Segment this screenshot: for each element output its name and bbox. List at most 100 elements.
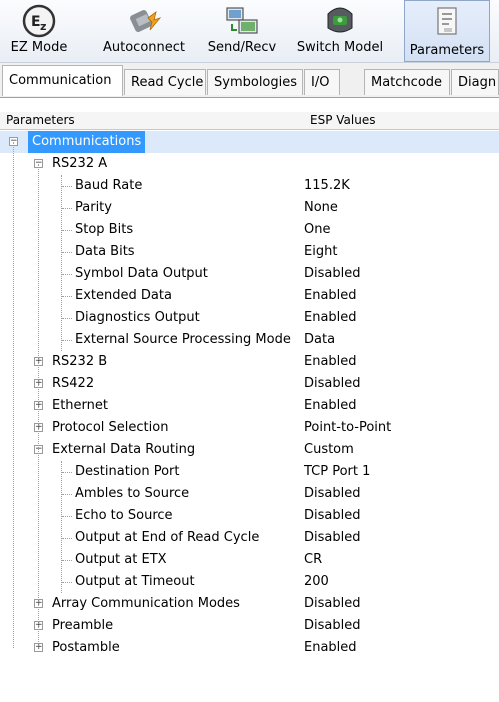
parameter-label: RS422 bbox=[52, 376, 95, 391]
tree-row-selected[interactable]: − Communications bbox=[0, 131, 499, 153]
parameter-label: Preamble bbox=[52, 618, 114, 633]
parameter-label: Symbol Data Output bbox=[75, 266, 208, 281]
parameters-button[interactable]: Parameters bbox=[404, 0, 490, 62]
parameter-value[interactable]: Disabled bbox=[304, 373, 360, 395]
switch-model-button[interactable]: Switch Model bbox=[290, 0, 390, 62]
parameter-label: Array Communication Modes bbox=[52, 596, 240, 611]
parameter-value[interactable]: Custom bbox=[304, 439, 354, 461]
parameter-label: Postamble bbox=[52, 640, 120, 655]
tree-row[interactable]: − RS232 A bbox=[0, 153, 499, 175]
tree-row[interactable]: Baud Rate 115.2K bbox=[0, 175, 499, 197]
tree-row[interactable]: + Ethernet Enabled bbox=[0, 395, 499, 417]
tree-row[interactable]: + Postamble Enabled bbox=[0, 637, 499, 659]
parameter-value[interactable]: None bbox=[304, 197, 338, 219]
tree-row[interactable]: − External Data Routing Custom bbox=[0, 439, 499, 461]
tree-row[interactable]: + Array Communication Modes Disabled bbox=[0, 593, 499, 615]
tree-connector bbox=[62, 560, 72, 561]
tab-io[interactable]: I/O bbox=[304, 69, 340, 95]
tree-row[interactable]: Parity None bbox=[0, 197, 499, 219]
tree-connector bbox=[62, 296, 72, 297]
tab-read-cycle[interactable]: Read Cycle bbox=[124, 69, 206, 95]
parameter-value[interactable]: Disabled bbox=[304, 593, 360, 615]
tree-guide-line bbox=[61, 461, 62, 593]
tree-row[interactable]: Echo to Source Disabled bbox=[0, 505, 499, 527]
tree-row[interactable]: + Protocol Selection Point-to-Point bbox=[0, 417, 499, 439]
parameter-value[interactable]: 200 bbox=[304, 571, 329, 593]
ez-mode-button[interactable]: E z EZ Mode bbox=[6, 0, 72, 62]
parameter-value[interactable]: Data bbox=[304, 329, 335, 351]
autoconnect-button[interactable]: Autoconnect bbox=[96, 0, 192, 62]
tab-symbologies[interactable]: Symbologies bbox=[207, 69, 303, 95]
tree-row[interactable]: Output at End of Read Cycle Disabled bbox=[0, 527, 499, 549]
parameter-label: Output at End of Read Cycle bbox=[75, 530, 260, 545]
parameter-value[interactable]: 115.2K bbox=[304, 175, 350, 197]
parameters-icon bbox=[429, 5, 465, 39]
parameter-label: Parity bbox=[75, 200, 112, 215]
parameter-value[interactable]: TCP Port 1 bbox=[304, 461, 370, 483]
parameter-label: Ethernet bbox=[52, 398, 108, 413]
parameter-value[interactable]: Enabled bbox=[304, 307, 357, 329]
tree-connector bbox=[62, 538, 72, 539]
parameter-label: RS232 A bbox=[52, 156, 108, 171]
parameter-value[interactable]: Point-to-Point bbox=[304, 417, 391, 439]
tree-row[interactable]: Output at ETX CR bbox=[0, 549, 499, 571]
switch-model-label: Switch Model bbox=[296, 40, 384, 55]
tree-row[interactable]: Stop Bits One bbox=[0, 219, 499, 241]
parameter-value[interactable]: Eight bbox=[304, 241, 337, 263]
tab-matchcode[interactable]: Matchcode bbox=[364, 69, 450, 95]
parameter-label: Echo to Source bbox=[75, 508, 173, 523]
parameters-label: Parameters bbox=[409, 43, 485, 58]
parameter-value[interactable]: Disabled bbox=[304, 505, 360, 527]
parameter-label: RS232 B bbox=[52, 354, 108, 369]
parameter-value[interactable]: Disabled bbox=[304, 527, 360, 549]
tree-row[interactable]: Ambles to Source Disabled bbox=[0, 483, 499, 505]
parameter-label: Baud Rate bbox=[75, 178, 143, 193]
tree-guide-line bbox=[38, 164, 39, 648]
tree-row[interactable]: Data Bits Eight bbox=[0, 241, 499, 263]
parameter-value[interactable]: Enabled bbox=[304, 395, 357, 417]
parameter-label: Output at ETX bbox=[75, 552, 167, 567]
parameter-value[interactable]: Enabled bbox=[304, 285, 357, 307]
tree-row[interactable]: Destination Port TCP Port 1 bbox=[0, 461, 499, 483]
tree-guide-line bbox=[61, 175, 62, 351]
tree-row[interactable]: + RS422 Disabled bbox=[0, 373, 499, 395]
tree-row[interactable]: Output at Timeout 200 bbox=[0, 571, 499, 593]
tab-diagnostics[interactable]: Diagn bbox=[451, 69, 499, 95]
parameter-value[interactable]: One bbox=[304, 219, 330, 241]
parameter-label: External Source Processing Mode bbox=[75, 332, 291, 347]
parameter-label: Extended Data bbox=[75, 288, 172, 303]
tree-row[interactable]: + Preamble Disabled bbox=[0, 615, 499, 637]
main-toolbar: E z EZ Mode Autoconnect Send/Recv Switch… bbox=[0, 0, 499, 63]
tab-communication[interactable]: Communication bbox=[2, 65, 123, 96]
parameter-value[interactable]: CR bbox=[304, 549, 322, 571]
parameter-label: Protocol Selection bbox=[52, 420, 169, 435]
tree-connector bbox=[62, 516, 72, 517]
tree-row[interactable]: Symbol Data Output Disabled bbox=[0, 263, 499, 285]
tree-connector bbox=[62, 230, 72, 231]
tree-row[interactable]: External Source Processing Mode Data bbox=[0, 329, 499, 351]
tree-connector bbox=[62, 208, 72, 209]
tree-row[interactable]: Diagnostics Output Enabled bbox=[0, 307, 499, 329]
parameter-value[interactable]: Enabled bbox=[304, 637, 357, 659]
tree-connector bbox=[62, 494, 72, 495]
parameter-label: Ambles to Source bbox=[75, 486, 190, 501]
parameter-value[interactable]: Enabled bbox=[304, 351, 357, 373]
tree-connector bbox=[62, 186, 72, 187]
parameter-value[interactable]: Disabled bbox=[304, 263, 360, 285]
tree-guide-line bbox=[13, 142, 14, 648]
parameter-value[interactable]: Disabled bbox=[304, 483, 360, 505]
parameter-value[interactable]: Disabled bbox=[304, 615, 360, 637]
parameter-label: Communications bbox=[28, 131, 146, 153]
esp-values-column-header[interactable]: ESP Values bbox=[310, 112, 375, 129]
switch-model-icon bbox=[322, 4, 358, 38]
tree-row[interactable]: + RS232 B Enabled bbox=[0, 351, 499, 373]
tree-connector bbox=[62, 252, 72, 253]
autoconnect-label: Autoconnect bbox=[102, 40, 185, 55]
parameter-label: Data Bits bbox=[75, 244, 135, 259]
tree-connector bbox=[62, 582, 72, 583]
tree-row[interactable]: Extended Data Enabled bbox=[0, 285, 499, 307]
send-recv-button[interactable]: Send/Recv bbox=[202, 0, 282, 62]
autoconnect-icon bbox=[126, 4, 162, 38]
parameter-label: Output at Timeout bbox=[75, 574, 195, 589]
parameters-column-header[interactable]: Parameters bbox=[6, 112, 75, 129]
